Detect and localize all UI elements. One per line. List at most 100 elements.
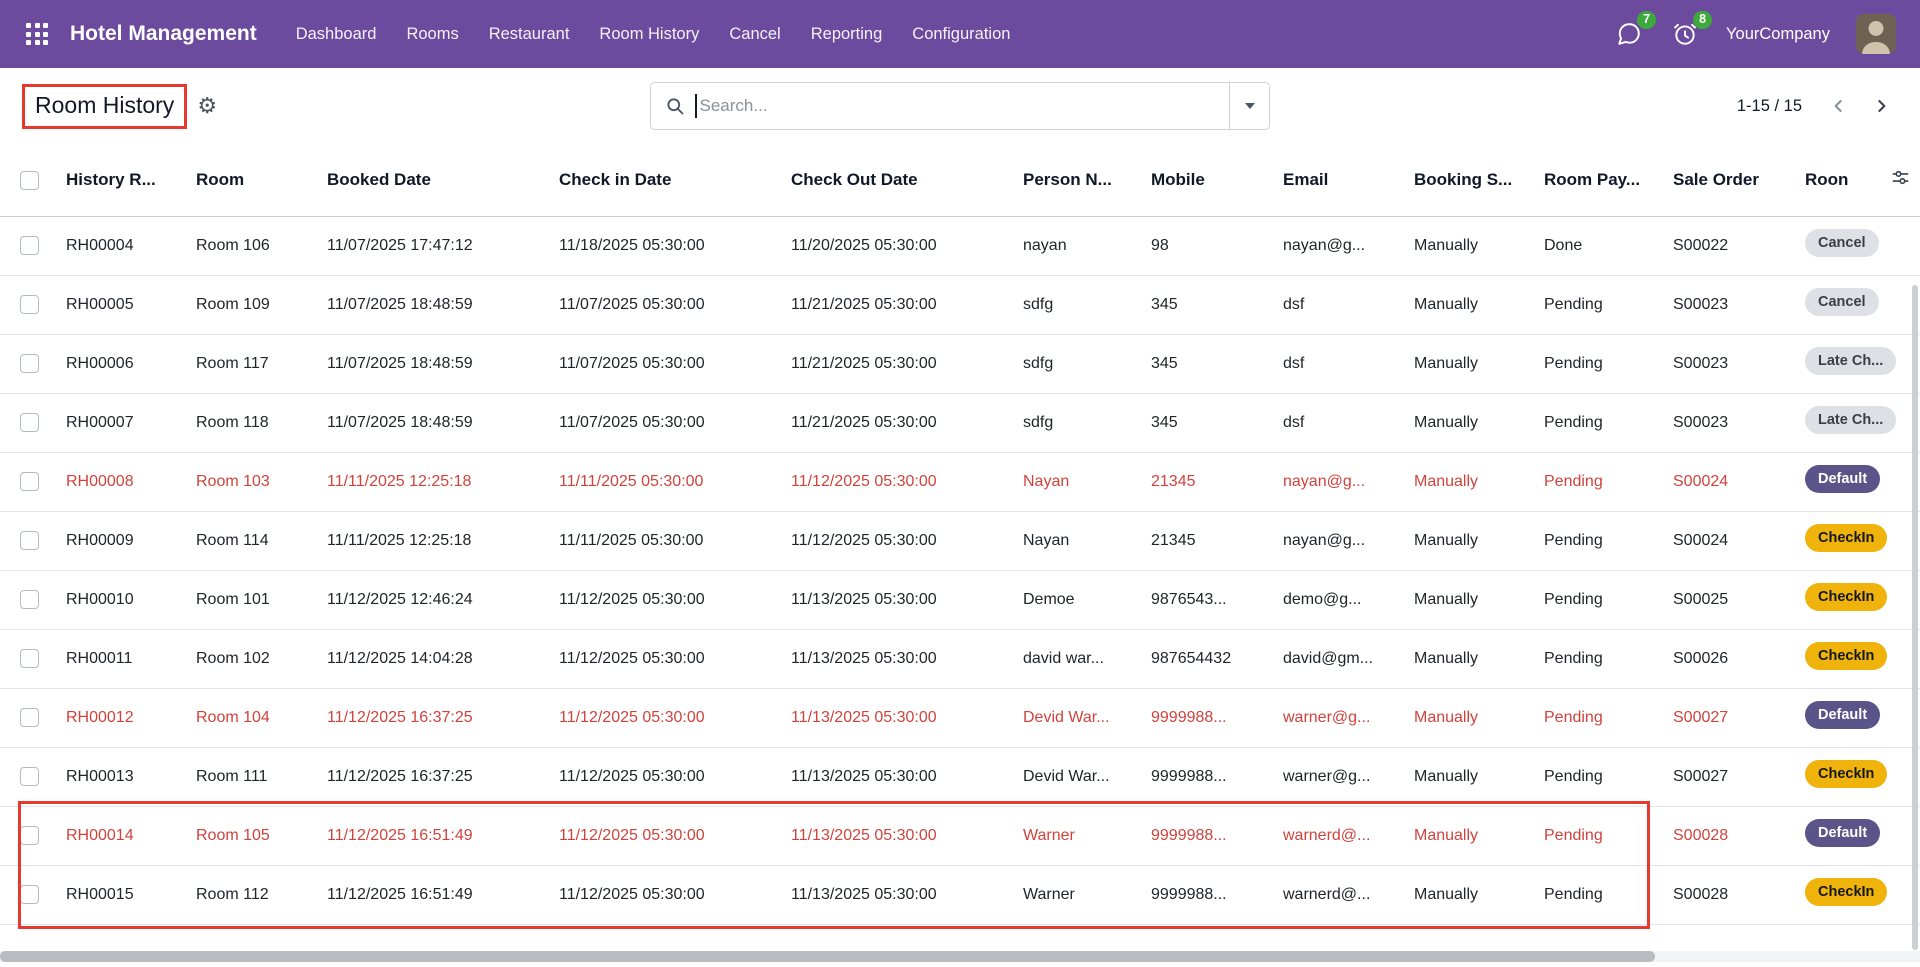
cell-source[interactable]: Manually (1404, 393, 1534, 452)
cell-person[interactable]: Warner (1013, 806, 1141, 865)
nav-item-restaurant[interactable]: Restaurant (474, 0, 585, 68)
cell-room[interactable]: Room 105 (186, 806, 317, 865)
cell-payment[interactable]: Pending (1534, 688, 1663, 747)
cell-checkin[interactable]: 11/07/2025 05:30:00 (549, 275, 781, 334)
cell-order[interactable]: S00024 (1663, 452, 1795, 511)
cell-checkout[interactable]: 11/21/2025 05:30:00 (781, 393, 1013, 452)
row-checkbox[interactable] (20, 472, 39, 491)
cell-order[interactable]: S00025 (1663, 570, 1795, 629)
cell-payment[interactable]: Pending (1534, 334, 1663, 393)
nav-item-reporting[interactable]: Reporting (796, 0, 898, 68)
table-row[interactable]: RH00011Room 10211/12/2025 14:04:2811/12/… (0, 629, 1920, 688)
cell-person[interactable]: sdfg (1013, 275, 1141, 334)
cell-mobile[interactable]: 21345 (1141, 511, 1273, 570)
cell-checkout[interactable]: 11/13/2025 05:30:00 (781, 688, 1013, 747)
cell-order[interactable]: S00023 (1663, 275, 1795, 334)
cell-checkin[interactable]: 11/07/2025 05:30:00 (549, 334, 781, 393)
column-header-sale-order[interactable]: Sale Order (1663, 144, 1795, 216)
row-checkbox[interactable] (20, 531, 39, 550)
nav-item-dashboard[interactable]: Dashboard (281, 0, 392, 68)
cell-payment[interactable]: Pending (1534, 629, 1663, 688)
cell-checkout[interactable]: 11/12/2025 05:30:00 (781, 452, 1013, 511)
cell-checkin[interactable]: 11/12/2025 05:30:00 (549, 747, 781, 806)
cell-person[interactable]: Warner (1013, 865, 1141, 924)
cell-booked[interactable]: 11/12/2025 16:37:25 (317, 747, 549, 806)
cell-email[interactable]: nayan@g... (1273, 511, 1404, 570)
table-row[interactable]: RH00010Room 10111/12/2025 12:46:2411/12/… (0, 570, 1920, 629)
row-checkbox[interactable] (20, 413, 39, 432)
cell-room[interactable]: Room 112 (186, 865, 317, 924)
cell-room[interactable]: Room 111 (186, 747, 317, 806)
cell-email[interactable]: nayan@g... (1273, 452, 1404, 511)
cell-checkout[interactable]: 11/13/2025 05:30:00 (781, 747, 1013, 806)
cell-ref[interactable]: RH00004 (56, 216, 186, 275)
column-header-booking-s[interactable]: Booking S... (1404, 144, 1534, 216)
table-row[interactable]: RH00004Room 10611/07/2025 17:47:1211/18/… (0, 216, 1920, 275)
cell-source[interactable]: Manually (1404, 865, 1534, 924)
cell-room[interactable]: Room 102 (186, 629, 317, 688)
cell-mobile[interactable]: 9999988... (1141, 806, 1273, 865)
cell-email[interactable]: warnerd@... (1273, 865, 1404, 924)
horizontal-scrollbar-thumb[interactable] (0, 951, 1655, 962)
cell-ref[interactable]: RH00011 (56, 629, 186, 688)
cell-order[interactable]: S00024 (1663, 511, 1795, 570)
messages-button[interactable]: 7 (1614, 19, 1644, 49)
table-row[interactable]: RH00015Room 11211/12/2025 16:51:4911/12/… (0, 865, 1920, 924)
cell-person[interactable]: Nayan (1013, 511, 1141, 570)
row-checkbox[interactable] (20, 885, 39, 904)
cell-order[interactable]: S00027 (1663, 747, 1795, 806)
company-menu[interactable]: YourCompany (1726, 25, 1830, 44)
cell-checkin[interactable]: 11/12/2025 05:30:00 (549, 629, 781, 688)
cell-payment[interactable]: Pending (1534, 511, 1663, 570)
cell-source[interactable]: Manually (1404, 275, 1534, 334)
cell-order[interactable]: S00023 (1663, 393, 1795, 452)
cell-order[interactable]: S00026 (1663, 629, 1795, 688)
cell-checkout[interactable]: 11/13/2025 05:30:00 (781, 806, 1013, 865)
cell-payment[interactable]: Pending (1534, 806, 1663, 865)
cell-mobile[interactable]: 98 (1141, 216, 1273, 275)
cell-payment[interactable]: Pending (1534, 865, 1663, 924)
cell-payment[interactable]: Pending (1534, 275, 1663, 334)
column-header-check-out-date[interactable]: Check Out Date (781, 144, 1013, 216)
cell-email[interactable]: dsf (1273, 275, 1404, 334)
cell-status[interactable]: Default (1795, 452, 1920, 511)
cell-status[interactable]: CheckIn (1795, 865, 1920, 924)
cell-booked[interactable]: 11/07/2025 18:48:59 (317, 393, 549, 452)
cell-mobile[interactable]: 21345 (1141, 452, 1273, 511)
cell-checkin[interactable]: 11/07/2025 05:30:00 (549, 393, 781, 452)
cell-mobile[interactable]: 9876543... (1141, 570, 1273, 629)
row-checkbox[interactable] (20, 590, 39, 609)
cell-order[interactable]: S00027 (1663, 688, 1795, 747)
cell-email[interactable]: demo@g... (1273, 570, 1404, 629)
app-title[interactable]: Hotel Management (70, 22, 257, 46)
nav-item-rooms[interactable]: Rooms (391, 0, 473, 68)
cell-mobile[interactable]: 345 (1141, 393, 1273, 452)
cell-mobile[interactable]: 345 (1141, 275, 1273, 334)
cell-booked[interactable]: 11/11/2025 12:25:18 (317, 511, 549, 570)
search-input[interactable] (697, 96, 1230, 116)
apps-menu-button[interactable] (16, 13, 58, 55)
settings-gear-icon[interactable]: ⚙ (197, 95, 217, 117)
column-header-person-n[interactable]: Person N... (1013, 144, 1141, 216)
cell-ref[interactable]: RH00009 (56, 511, 186, 570)
table-row[interactable]: RH00006Room 11711/07/2025 18:48:5911/07/… (0, 334, 1920, 393)
cell-person[interactable]: sdfg (1013, 334, 1141, 393)
column-header-room-pay[interactable]: Room Pay... (1534, 144, 1663, 216)
cell-source[interactable]: Manually (1404, 747, 1534, 806)
cell-checkin[interactable]: 11/11/2025 05:30:00 (549, 452, 781, 511)
cell-source[interactable]: Manually (1404, 629, 1534, 688)
cell-person[interactable]: sdfg (1013, 393, 1141, 452)
nav-item-room-history[interactable]: Room History (584, 0, 714, 68)
cell-booked[interactable]: 11/12/2025 16:51:49 (317, 806, 549, 865)
cell-checkin[interactable]: 11/18/2025 05:30:00 (549, 216, 781, 275)
cell-room[interactable]: Room 117 (186, 334, 317, 393)
table-row[interactable]: RH00008Room 10311/11/2025 12:25:1811/11/… (0, 452, 1920, 511)
cell-status[interactable]: Late Ch... (1795, 334, 1920, 393)
table-row[interactable]: RH00013Room 11111/12/2025 16:37:2511/12/… (0, 747, 1920, 806)
cell-person[interactable]: david war... (1013, 629, 1141, 688)
cell-payment[interactable]: Pending (1534, 452, 1663, 511)
cell-checkout[interactable]: 11/13/2025 05:30:00 (781, 629, 1013, 688)
cell-mobile[interactable]: 987654432 (1141, 629, 1273, 688)
cell-checkin[interactable]: 11/12/2025 05:30:00 (549, 865, 781, 924)
pager-next-button[interactable] (1864, 89, 1898, 123)
